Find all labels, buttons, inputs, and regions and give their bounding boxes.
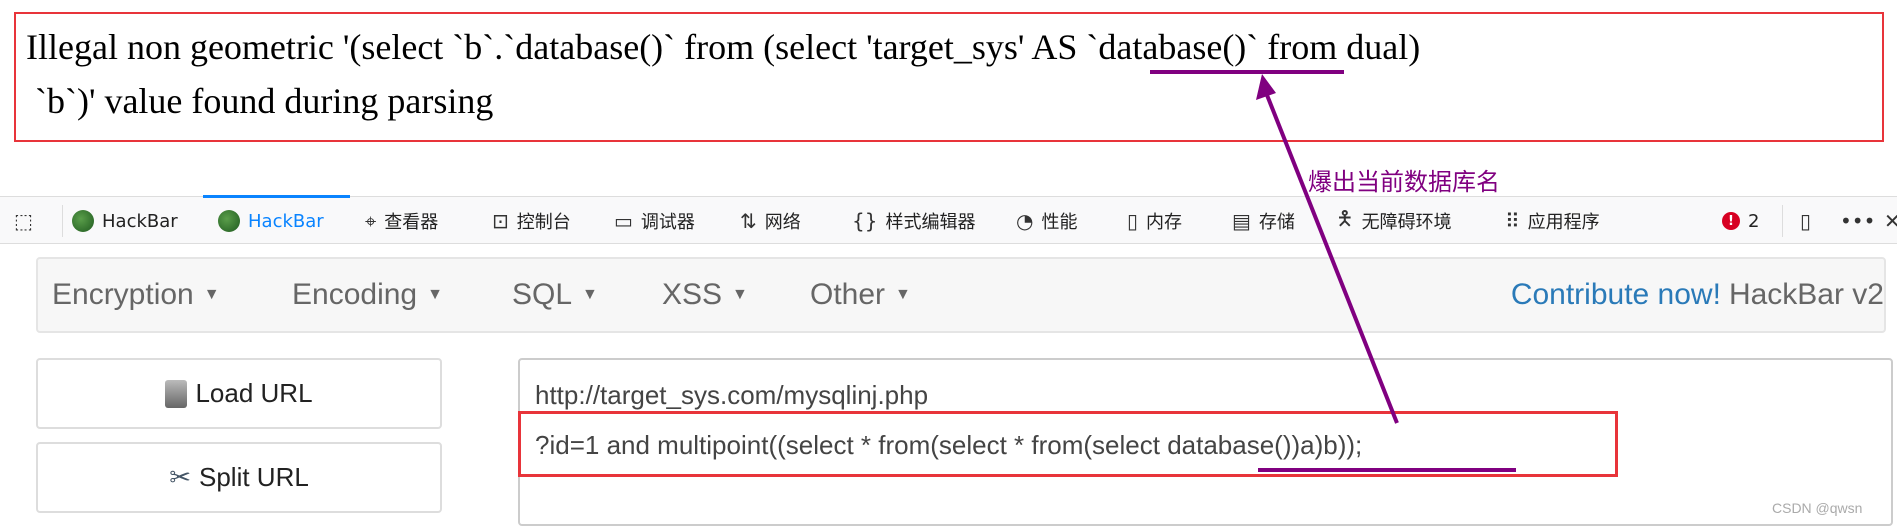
annotation-arrow: [1256, 74, 1399, 424]
arrow-head: [1256, 74, 1276, 100]
arrow-line: [1263, 89, 1399, 424]
